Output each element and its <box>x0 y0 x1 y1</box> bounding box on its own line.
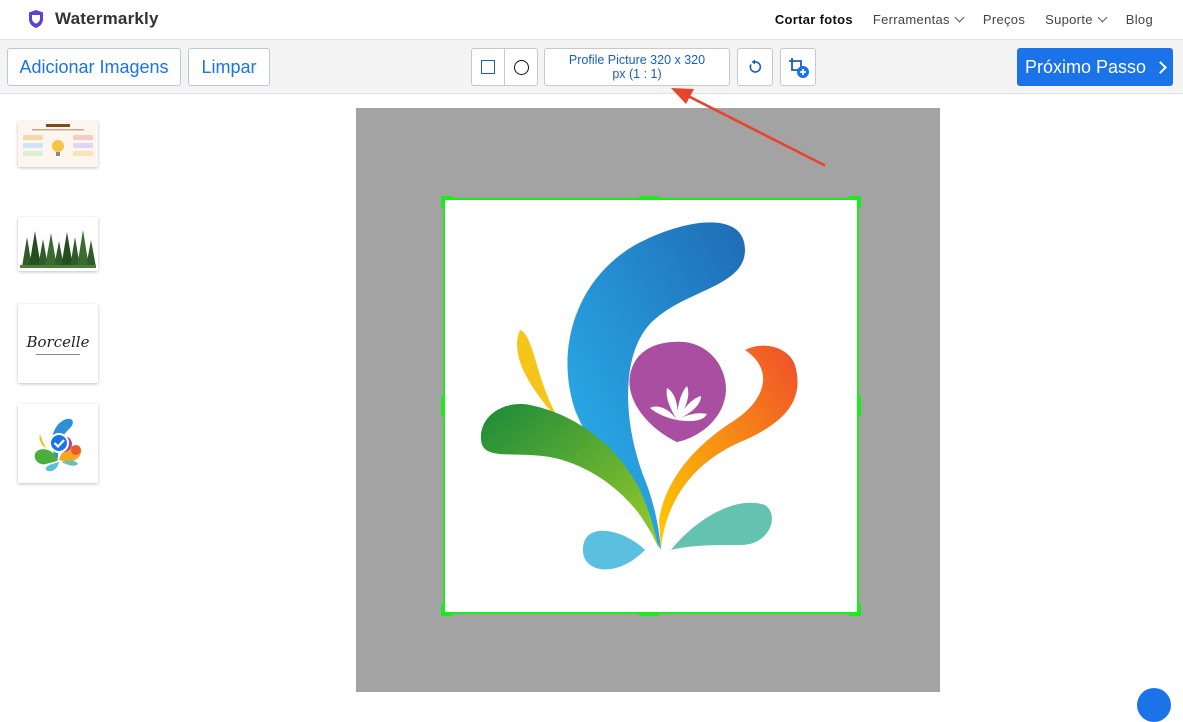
add-crop-icon <box>789 58 809 78</box>
crop-handle-bottom-left-v[interactable] <box>441 604 445 616</box>
crop-handle-right[interactable] <box>857 396 861 416</box>
forest-thumbnail[interactable] <box>18 217 98 271</box>
nav-link-suporte[interactable]: Suporte <box>1045 12 1108 27</box>
infographic-thumbnail[interactable] <box>18 121 98 167</box>
app-title: Watermarkly <box>55 9 159 28</box>
chevron-down-icon <box>954 12 965 23</box>
nav-link-ferramentas[interactable]: Ferramentas <box>872 12 965 27</box>
nav-link-label: Ferramentas <box>872 12 950 27</box>
chevron-down-icon <box>1097 12 1108 23</box>
rotate-button[interactable] <box>737 48 773 86</box>
crop-preset-button[interactable]: Profile Picture 320 x 320 px (1 : 1) <box>544 48 730 86</box>
next-step-button[interactable]: Próximo Passo <box>1017 48 1173 86</box>
crop-handle-left[interactable] <box>441 396 445 416</box>
splash-logo-image <box>34 418 82 472</box>
image-canvas <box>356 108 940 692</box>
forest-image <box>18 217 98 271</box>
circle-shape-button[interactable] <box>504 49 537 85</box>
borcelle-logo-text: Borcelle <box>26 332 90 351</box>
nav-link-label: Preços <box>982 12 1026 27</box>
nav-link-label: Cortar fotos <box>774 12 853 27</box>
nav-link-label: Blog <box>1125 12 1153 27</box>
borcelle-logo-image: Borcelle <box>26 332 90 355</box>
add-images-button[interactable]: Adicionar Imagens <box>7 48 181 86</box>
rectangle-shape-button[interactable] <box>472 49 504 85</box>
crop-shape-selector <box>471 48 538 86</box>
crop-handle-bottom[interactable] <box>639 612 659 616</box>
rotate-icon <box>749 59 762 73</box>
next-step-label: Próximo Passo <box>1024 56 1147 77</box>
circle-shape-icon <box>513 59 529 75</box>
splash-logo-preview <box>480 222 798 570</box>
nav-link-blog[interactable]: Blog <box>1126 12 1153 27</box>
shield-logo-icon <box>29 10 43 28</box>
borcelle-logo-thumbnail[interactable]: Borcelle <box>18 304 98 383</box>
nav-link-cortar-fotos[interactable]: Cortar fotos <box>775 12 853 27</box>
borcelle-underline <box>35 353 80 355</box>
crop-handle-bottom-right-v[interactable] <box>857 604 861 616</box>
add-crop-button[interactable] <box>780 48 816 86</box>
nav-link-pre-os[interactable]: Preços <box>983 12 1025 27</box>
nav-links: Cortar fotos Ferramentas Preços Suporte Blog <box>775 12 1153 27</box>
infographic-image <box>18 121 98 167</box>
splash-logo-thumbnail[interactable] <box>18 404 98 483</box>
crop-handle-top-right-v[interactable] <box>857 196 861 208</box>
crop-handle-top[interactable] <box>639 196 659 200</box>
chevron-right-icon <box>1154 60 1167 74</box>
crop-handle-top-left-v[interactable] <box>441 196 445 208</box>
help-chat-button[interactable] <box>1137 688 1171 722</box>
nav-link-label: Suporte <box>1045 12 1093 27</box>
crop-frame[interactable] <box>443 198 859 614</box>
clear-button[interactable]: Limpar <box>188 48 270 86</box>
square-shape-icon <box>481 60 495 74</box>
toolbar: Adicionar Imagens Limpar Profile Picture… <box>0 40 1183 94</box>
brand[interactable]: Watermarkly <box>27 9 159 29</box>
top-navigation: Watermarkly Cortar fotos Ferramentas Preço… <box>0 0 1183 40</box>
